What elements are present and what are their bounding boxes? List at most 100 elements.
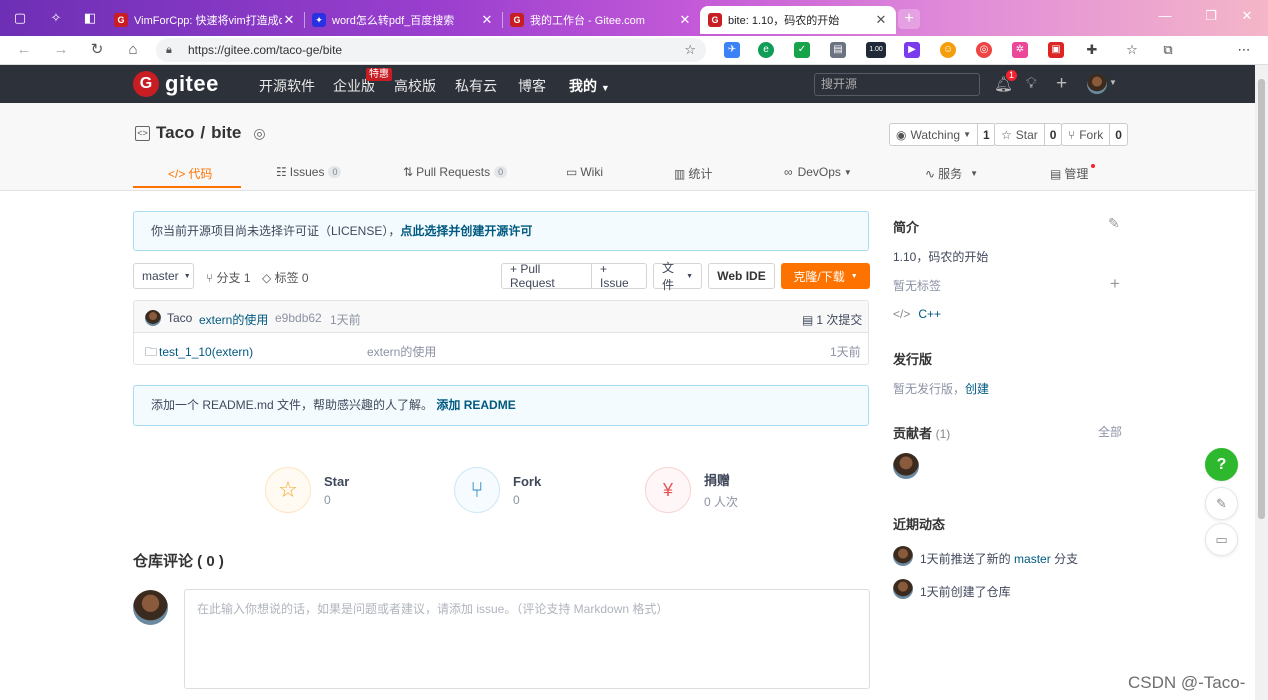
comment-input[interactable]: 在此输入你想说的话，如果是问题或者建议，请添加 issue。（评论支持 Mark… [184,589,870,689]
minimize-icon[interactable]: — [1150,8,1180,23]
web-ide-button[interactable]: Web IDE [708,263,775,289]
watch-button[interactable]: ◉ Watching ▼ 1 [889,123,996,146]
more-menu-icon[interactable]: ⋯ [1236,42,1252,58]
tab-issues[interactable]: ☷ Issues 0 [276,165,342,179]
close-tab-icon[interactable]: ✕ [480,12,494,28]
commit-author-avatar[interactable] [145,310,161,326]
tab-pull-requests[interactable]: ⇅ Pull Requests 0 [403,165,508,179]
edit-intro-icon[interactable]: ✎ [1108,215,1120,232]
nav-blog[interactable]: 博客 [518,76,546,96]
extension-badge-icon[interactable]: 1.00 [866,42,886,58]
table-row[interactable]: 🗀︎ test_1_10(extern) [145,343,253,364]
tab-wiki[interactable]: ▭ Wiki [566,165,603,179]
close-tab-icon[interactable]: ✕ [282,12,296,28]
nav-private-cloud[interactable]: 私有云 [455,76,497,96]
new-issue-button[interactable]: + Issue [591,262,647,290]
repo-type-icon[interactable]: ◎ [253,125,265,142]
close-tab-icon[interactable]: ✕ [874,12,888,28]
files-dropdown[interactable]: 文件 ▼ [653,261,702,292]
extension-face-icon[interactable]: ☺ [940,42,956,58]
restore-icon[interactable]: ❐ [1196,8,1226,24]
workspaces-icon[interactable]: ✧ [46,8,66,28]
browser-tab-vimforcpp[interactable]: G VimForCpp: 快速将vim打造成c++ ✕ [106,6,304,34]
url-text[interactable]: https://gitee.com/taco-ge/bite [188,43,684,57]
help-button[interactable]: ? [1205,448,1238,481]
lock-icon[interactable]: 🔒︎ [166,44,178,57]
user-avatar[interactable] [1087,74,1107,94]
file-commit-message[interactable]: extern的使用 [367,343,436,360]
repo-owner-link[interactable]: Taco [156,123,194,143]
favorite-star-icon[interactable]: ☆ [684,42,696,58]
page-scrollbar[interactable] [1255,65,1268,700]
add-readme-link[interactable]: 添加 README [436,398,515,412]
folder-link[interactable]: test_1_10(extern) [159,345,253,359]
extension-bird-icon[interactable]: ✈ [724,42,740,58]
new-pull-request-button[interactable]: + Pull Request [501,262,592,290]
close-window-icon[interactable]: ✕ [1232,8,1262,24]
chat-button[interactable]: ▭ [1205,523,1238,556]
scrollbar-thumb[interactable] [1258,79,1265,519]
extension-play-icon[interactable]: ▶ [904,42,920,58]
lightbulb-icon[interactable]: 💡︎ [1026,75,1037,92]
collections-icon[interactable]: ⧉ [1160,42,1176,58]
commit-count-link[interactable]: ▤ 1 次提交 [802,311,862,328]
browser-tab-gitee-dashboard[interactable]: G 我的工作台 - Gitee.com ✕ [502,6,700,34]
tab-manage[interactable]: ▤ 管理 [1050,165,1088,182]
activity-avatar[interactable] [893,579,913,599]
repo-name-link[interactable]: bite [211,123,241,143]
nav-open-source[interactable]: 开源软件 [259,76,315,96]
refresh-icon[interactable]: ↻ [86,40,108,60]
language-tag[interactable]: </> C++ [893,307,941,321]
donate-action[interactable]: ¥ 捐赠 0 人次 [645,467,738,513]
feedback-edit-button[interactable]: ✎ [1205,487,1238,520]
nav-mine[interactable]: 我的 ▼ [569,76,610,96]
gitee-logo[interactable]: G gitee [133,71,219,97]
caret-down-icon: ▼ [843,167,852,177]
extensions-puzzle-icon[interactable]: ✚ [1084,42,1100,58]
favorites-icon[interactable]: ☆ [1124,42,1140,58]
add-tag-icon[interactable]: + [1110,274,1120,294]
fork-button[interactable]: ⑂ Fork 0 [1061,123,1128,146]
forward-icon[interactable]: → [50,40,72,60]
tab-code[interactable]: </> 代码 [168,165,212,182]
browser-tab-bite[interactable]: G bite: 1.10，码农的开始 ✕ [700,6,896,34]
extension-red-icon[interactable]: ◎ [976,42,992,58]
vertical-tabs-icon[interactable]: ◧ [80,8,100,28]
extension-shield-icon[interactable]: ✓ [794,42,810,58]
nav-university[interactable]: 高校版 [394,76,436,96]
close-tab-icon[interactable]: ✕ [678,12,692,28]
commit-author[interactable]: Taco [167,311,192,325]
master-branch-link[interactable]: master [1014,552,1051,566]
tab-stats[interactable]: ▥ 统计 [674,165,712,182]
home-icon[interactable]: ⌂ [122,40,144,60]
branches-link[interactable]: ⑂ 分支 1 [206,269,251,286]
activity-avatar[interactable] [893,546,913,566]
create-license-link[interactable]: 点此选择并创建开源许可 [400,224,532,238]
tab-services[interactable]: ∿ 服务 ▼ [925,165,978,182]
star-action[interactable]: ☆ Star 0 [265,467,349,513]
fork-action[interactable]: ⑂ Fork 0 [454,467,541,513]
commit-message-link[interactable]: extern的使用 [199,311,268,328]
tab-actions-icon[interactable]: ▢ [10,8,30,28]
browser-tab-baidu[interactable]: ✦ word怎么转pdf_百度搜索 ✕ [304,6,502,34]
tab-devops[interactable]: ∞ DevOps ▼ [784,165,852,179]
back-icon[interactable]: ← [13,40,35,60]
address-bar[interactable]: 🔒︎ https://gitee.com/taco-ge/bite ☆ [156,38,706,62]
extension-edge-icon[interactable]: e [758,42,774,58]
intro-title: 简介 [893,220,920,235]
clone-download-button[interactable]: 克隆/下载 ▼ [781,263,870,289]
star-button[interactable]: ☆ Star 0 [994,123,1063,146]
extension-reader-icon[interactable]: ▤ [830,42,846,58]
all-contributors-link[interactable]: 全部 [1098,423,1122,440]
extension-dots-icon[interactable]: ✲ [1012,42,1028,58]
contributor-avatar[interactable] [893,453,919,479]
commit-hash[interactable]: e9bdb62 [275,311,322,325]
create-release-link[interactable]: 创建 [965,382,989,396]
extension-note-icon[interactable]: ▣ [1048,42,1064,58]
avatar-caret-icon[interactable]: ▼ [1109,78,1117,87]
new-tab-button[interactable]: + [898,9,920,29]
tags-link[interactable]: ◇ 标签 0 [262,269,309,286]
branch-select[interactable]: master ▼ [133,263,194,289]
site-search-input[interactable]: 搜开源 [814,73,980,96]
create-plus-icon[interactable]: + [1056,73,1067,95]
